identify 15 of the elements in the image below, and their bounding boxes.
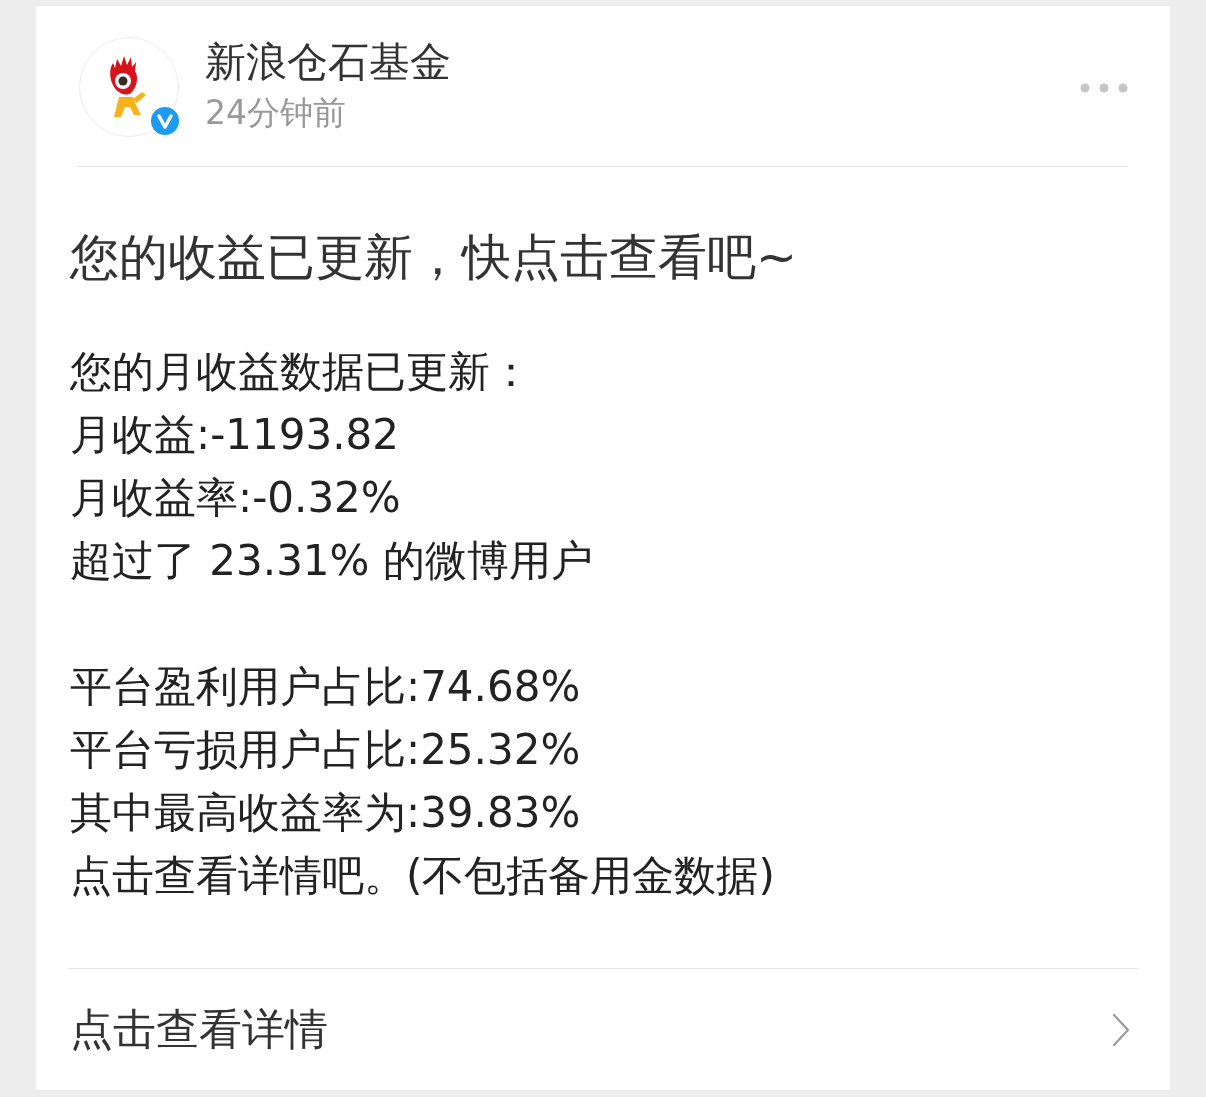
- message-line: 平台亏损用户占比:25.32%: [70, 724, 581, 776]
- chevron-right-icon: [1112, 1012, 1130, 1047]
- message-line: 您的月收益数据已更新：: [70, 346, 532, 398]
- message-line: 平台盈利用户占比:74.68%: [70, 661, 581, 713]
- message-line: 月收益:-1193.82: [70, 409, 399, 461]
- post-time: 24分钟前: [205, 93, 346, 133]
- message-title: 您的收益已更新，快点击查看吧~: [70, 228, 798, 288]
- message-line: 超过了 23.31% 的微博用户: [70, 535, 593, 587]
- message-line: 月收益率:-0.32%: [70, 472, 401, 524]
- view-details-link[interactable]: 点击查看详情: [36, 969, 1170, 1090]
- message-line: 其中最高收益率为:39.83%: [70, 787, 581, 839]
- more-icon[interactable]: [1080, 82, 1128, 94]
- mascot-avatar-icon: [79, 37, 179, 137]
- author-name[interactable]: 新浪仓石基金: [205, 37, 451, 87]
- message-line: 点击查看详情吧。(不包括备用金数据): [70, 850, 775, 902]
